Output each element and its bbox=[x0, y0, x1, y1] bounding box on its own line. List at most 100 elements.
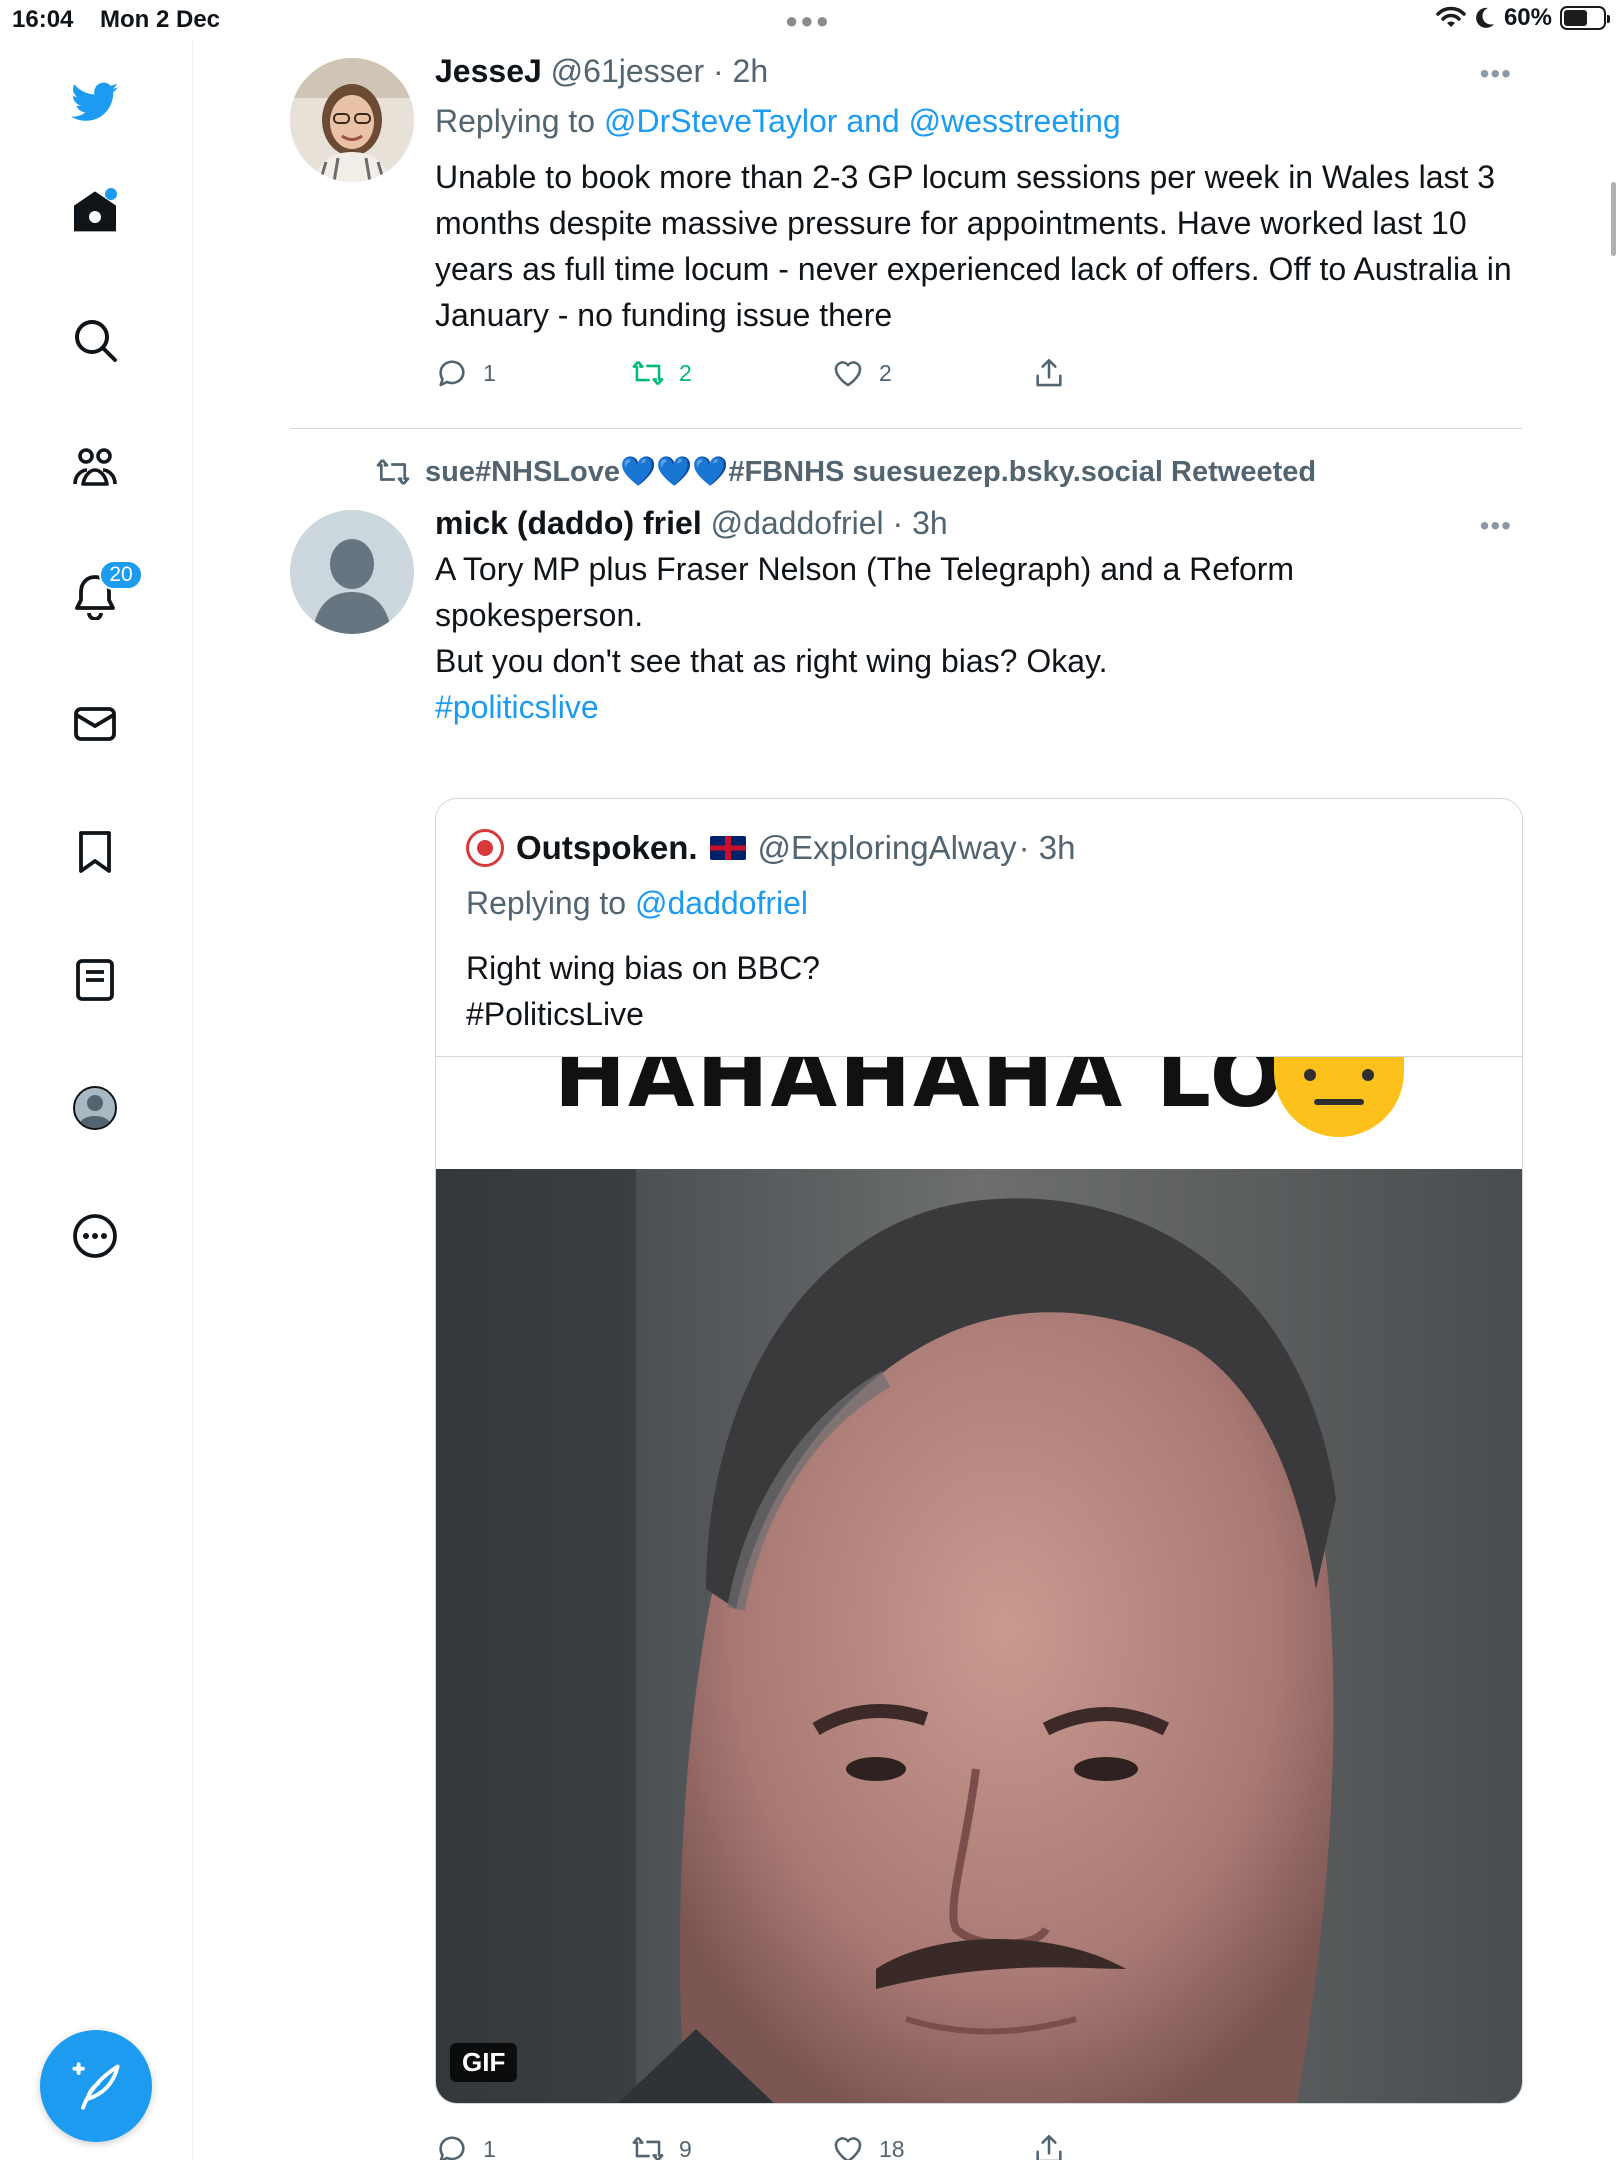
share-icon bbox=[1036, 2134, 1062, 2160]
gif-caption-band: HAHAHAHA LOL! bbox=[436, 1056, 1522, 1169]
nav-home[interactable] bbox=[65, 182, 125, 242]
more-circle-icon bbox=[73, 1214, 117, 1258]
tweet[interactable]: sue#NHSLove💙💙💙#FBNHS suesuezep.bsky.soci… bbox=[290, 430, 1523, 2160]
quote-time: · 3h bbox=[1018, 829, 1076, 866]
tweet-text-line: spokesperson. bbox=[435, 597, 644, 633]
quote-text-line: #PoliticsLive bbox=[466, 996, 644, 1032]
status-time: 16:04 bbox=[12, 6, 74, 33]
reply-button[interactable]: 1 bbox=[435, 2132, 496, 2160]
sidebar: 20 bbox=[0, 40, 193, 2160]
heart-icon bbox=[834, 2137, 862, 2160]
wifi-icon bbox=[1436, 6, 1466, 27]
replying-to-user-link[interactable]: @daddofriel bbox=[635, 885, 808, 921]
retweeted-by[interactable]: sue#NHSLove💙💙💙#FBNHS suesuezep.bsky.soci… bbox=[375, 454, 1316, 490]
tweet-actions: 1 9 18 bbox=[435, 2132, 1135, 2160]
nav-communities[interactable] bbox=[65, 438, 125, 498]
quote-header: Outspoken. @ExploringAlway · 3h bbox=[466, 825, 1076, 871]
replying-to-users-link[interactable]: @DrSteveTaylor and @wesstreeting bbox=[604, 103, 1121, 139]
default-avatar-icon[interactable] bbox=[290, 510, 414, 634]
nav-explore[interactable] bbox=[65, 310, 125, 370]
share-icon bbox=[1036, 358, 1062, 387]
display-name[interactable]: JesseJ bbox=[435, 53, 542, 89]
reply-icon bbox=[439, 360, 465, 387]
tweet-text-line: A Tory MP plus Fraser Nelson (The Telegr… bbox=[435, 551, 1295, 587]
multitasking-dots-icon[interactable]: ●●● bbox=[785, 8, 831, 34]
retweet-icon bbox=[632, 360, 664, 386]
quote-avatar[interactable] bbox=[466, 829, 504, 867]
gif-badge: GIF bbox=[450, 2043, 518, 2082]
gif-media[interactable]: HAHAHAHA LOL! GIF bbox=[436, 1056, 1522, 2103]
notification-count-badge: 20 bbox=[99, 560, 143, 590]
nav-profile[interactable] bbox=[65, 1078, 125, 1138]
nav-bookmarks[interactable] bbox=[65, 822, 125, 882]
nav-lists[interactable] bbox=[65, 950, 125, 1010]
uk-flag-icon bbox=[709, 836, 746, 860]
tweet-header: JesseJ @61jesser · 2h bbox=[435, 50, 1515, 92]
like-count: 2 bbox=[879, 359, 892, 386]
tweet-time[interactable]: · 3h bbox=[893, 505, 948, 541]
quote-text-line: Right wing bias on BBC? bbox=[466, 950, 820, 986]
retweet-icon bbox=[632, 2136, 664, 2160]
bookmark-icon bbox=[79, 831, 111, 873]
tweet-text-line: But you don't see that as right wing bia… bbox=[435, 643, 1108, 679]
nav-messages[interactable] bbox=[65, 694, 125, 754]
retweet-button[interactable]: 9 bbox=[631, 2132, 692, 2160]
retweet-button[interactable]: 2 bbox=[631, 356, 692, 390]
battery-icon bbox=[1560, 6, 1610, 30]
retweet-count: 2 bbox=[679, 359, 692, 386]
more-options-icon[interactable]: ••• bbox=[1480, 510, 1512, 542]
scrollbar[interactable] bbox=[1611, 182, 1616, 256]
status-bar: 16:04 Mon 2 Dec ●●● 60% bbox=[0, 0, 1620, 40]
communities-icon bbox=[73, 448, 117, 486]
gif-image bbox=[436, 1169, 1522, 2103]
tweet-time[interactable]: · 2h bbox=[713, 53, 768, 89]
user-handle[interactable]: @61jesser bbox=[551, 53, 704, 89]
retweeted-by-label: sue#NHSLove💙💙💙#FBNHS suesuezep.bsky.soci… bbox=[425, 456, 1317, 488]
reply-button[interactable]: 1 bbox=[435, 356, 496, 390]
battery-percent: 60% bbox=[1503, 4, 1552, 31]
quote-replying-to: Replying to @daddofriel bbox=[466, 885, 808, 922]
list-icon bbox=[76, 959, 114, 1001]
tweet-actions: 1 2 2 bbox=[435, 356, 1135, 396]
replying-to: Replying to @DrSteveTaylor and @wesstree… bbox=[435, 98, 1515, 144]
moon-icon bbox=[1476, 7, 1494, 28]
hashtag-link[interactable]: #politicslive bbox=[435, 684, 1515, 730]
tweet-text: Unable to book more than 2-3 GP locum se… bbox=[435, 159, 1512, 333]
twitter-logo-bird-icon[interactable] bbox=[65, 72, 125, 132]
avatar-icon bbox=[73, 1086, 117, 1130]
more-options-icon[interactable]: ••• bbox=[1480, 58, 1512, 90]
like-button[interactable]: 2 bbox=[831, 356, 892, 390]
compose-feather-icon bbox=[72, 2062, 120, 2110]
quote-text: Right wing bias on BBC? #PoliticsLive bbox=[466, 945, 820, 1037]
quote-display-name: Outspoken. bbox=[516, 829, 698, 866]
quote-handle: @ExploringAlway bbox=[757, 829, 1017, 866]
retweet-icon bbox=[376, 459, 410, 485]
replying-to-label: Replying to bbox=[466, 885, 635, 921]
tweet-divider bbox=[290, 428, 1522, 429]
compose-tweet-button[interactable] bbox=[40, 2030, 152, 2142]
reply-count: 1 bbox=[483, 2135, 496, 2160]
user-handle[interactable]: @daddofriel bbox=[711, 505, 884, 541]
reply-icon bbox=[439, 2136, 465, 2160]
status-date: Mon 2 Dec bbox=[100, 6, 221, 33]
new-content-dot bbox=[105, 188, 117, 200]
search-icon bbox=[75, 320, 117, 362]
tweet-text: A Tory MP plus Fraser Nelson (The Telegr… bbox=[435, 546, 1515, 730]
heart-icon bbox=[834, 361, 862, 387]
share-button[interactable] bbox=[1032, 356, 1066, 390]
quoted-tweet[interactable]: Outspoken. @ExploringAlway · 3h Replying… bbox=[435, 798, 1523, 2104]
retweet-count: 9 bbox=[679, 2135, 692, 2160]
user-avatar[interactable] bbox=[290, 58, 414, 182]
share-button[interactable] bbox=[1032, 2132, 1066, 2160]
nav-notifications[interactable]: 20 bbox=[65, 560, 143, 626]
gif-caption-text: HAHAHAHA LOL! bbox=[554, 1056, 1383, 1127]
display-name[interactable]: mick (daddo) friel bbox=[435, 505, 702, 541]
mail-icon bbox=[74, 707, 116, 741]
reply-count: 1 bbox=[483, 359, 496, 386]
like-button[interactable]: 18 bbox=[831, 2132, 905, 2160]
status-indicators: 60% bbox=[1436, 4, 1610, 32]
like-count: 18 bbox=[879, 2135, 905, 2160]
tweet[interactable]: JesseJ @61jesser · 2h Replying to @DrSte… bbox=[290, 40, 1522, 430]
nav-more[interactable] bbox=[65, 1206, 125, 1266]
replying-to-label: Replying to bbox=[435, 103, 604, 139]
